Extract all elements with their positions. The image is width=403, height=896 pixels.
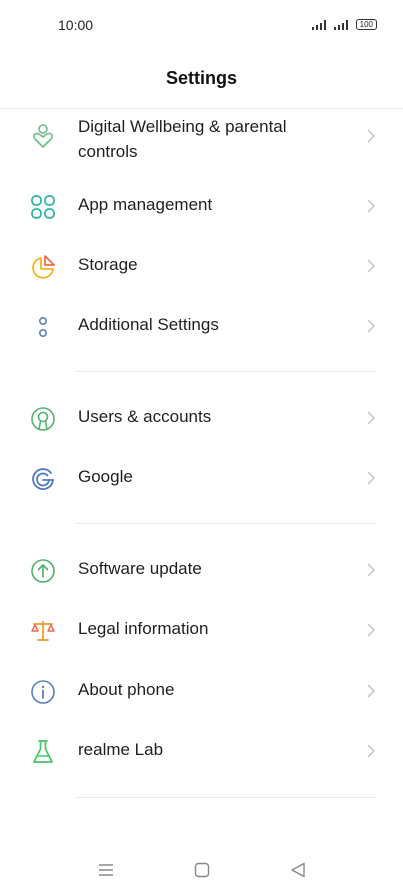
chevron-right-icon <box>367 259 376 273</box>
page-title: Settings <box>165 68 237 88</box>
back-icon[interactable] <box>288 860 308 880</box>
settings-item-label: Google <box>78 467 133 486</box>
signal-icon <box>311 19 326 30</box>
home-icon[interactable] <box>192 860 212 880</box>
settings-item-legal-information[interactable]: Legal information <box>0 601 403 659</box>
navigation-bar <box>0 852 403 888</box>
chevron-right-icon <box>367 199 376 213</box>
more-dots-icon <box>39 316 48 338</box>
scales-icon <box>31 621 55 641</box>
settings-item-label: Legal information <box>78 619 209 638</box>
settings-item-digital-wellbeing[interactable]: Digital Wellbeing & parental controls <box>0 108 403 168</box>
chevron-right-icon <box>367 411 376 425</box>
update-arrow-icon <box>31 559 55 583</box>
settings-item-label: Users & accounts <box>78 407 212 426</box>
settings-item-storage[interactable]: Storage <box>0 237 403 295</box>
chevron-right-icon <box>367 623 376 637</box>
section-divider <box>76 797 376 798</box>
chevron-right-icon <box>367 563 376 577</box>
chevron-right-icon <box>367 129 376 143</box>
status-time: 10:00 <box>58 17 94 33</box>
chevron-right-icon <box>367 684 376 698</box>
settings-item-label: About phone <box>78 680 175 699</box>
status-bar: 10:00 100 <box>0 0 403 52</box>
settings-item-label: Software update <box>78 559 202 578</box>
info-icon <box>31 680 55 704</box>
google-icon <box>32 468 54 490</box>
signal-icon <box>333 19 348 30</box>
app-grid-icon <box>31 195 55 219</box>
battery-icon: 100 <box>355 19 377 30</box>
settings-item-about-phone[interactable]: About phone <box>0 662 403 720</box>
section-divider <box>76 523 376 524</box>
section-divider <box>76 371 376 372</box>
settings-item-app-management[interactable]: App management <box>0 177 403 235</box>
settings-item-label: Digital Wellbeing & parental controls <box>78 117 287 161</box>
settings-item-users-accounts[interactable]: Users & accounts <box>0 389 403 447</box>
settings-item-additional-settings[interactable]: Additional Settings <box>0 297 403 355</box>
settings-item-google[interactable]: Google <box>0 449 403 507</box>
settings-item-label: realme Lab <box>78 740 164 759</box>
flask-icon <box>33 740 53 763</box>
user-circle-icon <box>31 407 55 431</box>
chevron-right-icon <box>367 744 376 758</box>
settings-item-software-update[interactable]: Software update <box>0 541 403 599</box>
menu-icon[interactable] <box>96 860 116 880</box>
chevron-right-icon <box>367 471 376 485</box>
settings-item-label: App management <box>78 195 213 214</box>
settings-item-label: Additional Settings <box>78 315 219 334</box>
pie-chart-icon <box>32 255 55 279</box>
wellbeing-icon <box>32 124 54 148</box>
status-icons: 100 <box>311 19 377 30</box>
settings-item-label: Storage <box>78 255 138 274</box>
settings-item-realme-lab[interactable]: realme Lab <box>0 722 403 780</box>
chevron-right-icon <box>367 319 376 333</box>
